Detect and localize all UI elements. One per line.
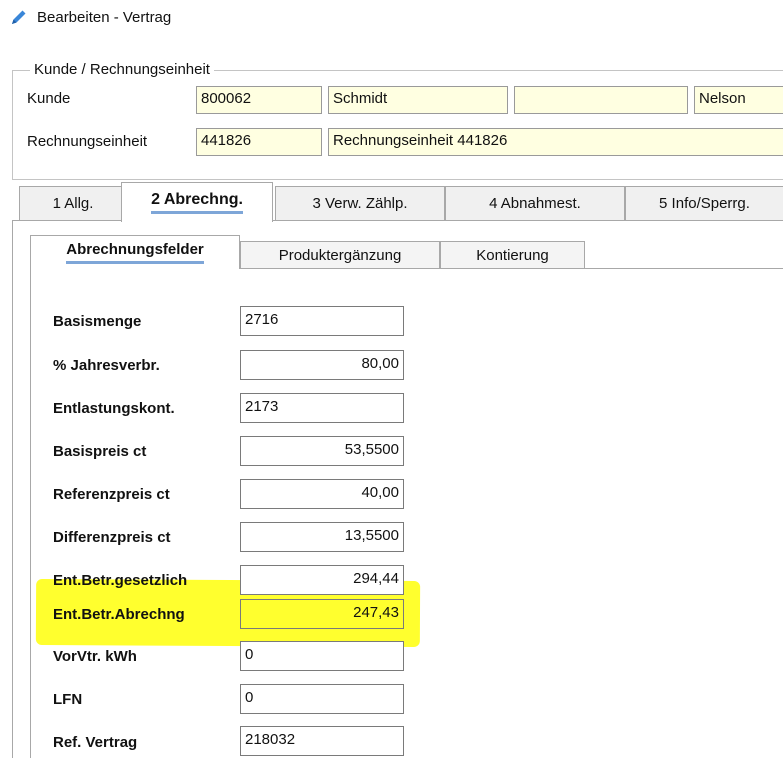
field-label-basispreis: Basispreis ct: [53, 443, 147, 460]
rechnungseinheit-name-field[interactable]: Rechnungseinheit 441826: [328, 128, 783, 156]
subtab-abrechnungsfelder[interactable]: Abrechnungsfelder: [30, 235, 240, 269]
subtab-content-border: [30, 268, 31, 758]
main-tab-bar: 1 Allg. 2 Abrechng. 3 Verw. Zählp. 4 Abn…: [12, 182, 783, 222]
tab-content-border: [12, 220, 13, 758]
field-input-ent-betr-abrechng[interactable]: 247,43: [240, 599, 404, 629]
field-input-ent-betr-gesetzlich[interactable]: 294,44: [240, 565, 404, 595]
field-label-vorvtr-kwh: VorVtr. kWh: [53, 648, 137, 665]
field-input-entlastungskont[interactable]: 2173: [240, 393, 404, 423]
field-input-basismenge[interactable]: 2716: [240, 306, 404, 336]
pencil-icon: [12, 10, 26, 24]
field-input-lfn[interactable]: 0: [240, 684, 404, 714]
field-label-entlastungskont: Entlastungskont.: [53, 400, 175, 417]
kunde-extra-field[interactable]: [514, 86, 688, 114]
field-label-ent-betr-abrechng: Ent.Betr.Abrechng: [53, 606, 185, 623]
subtab-kontierung[interactable]: Kontierung: [440, 241, 585, 269]
field-input-jahresverbr[interactable]: 80,00: [240, 350, 404, 380]
customer-group-title: Kunde / Rechnungseinheit: [30, 61, 214, 78]
field-input-referenzpreis[interactable]: 40,00: [240, 479, 404, 509]
rechnungseinheit-label: Rechnungseinheit: [27, 133, 148, 150]
field-label-basismenge: Basismenge: [53, 313, 142, 330]
field-label-ent-betr-gesetzlich: Ent.Betr.gesetzlich: [53, 572, 188, 589]
field-label-ref-vertrag: Ref. Vertrag: [53, 734, 138, 751]
tab-info-sperrg[interactable]: 5 Info/Sperrg.: [625, 186, 783, 220]
tab-allg[interactable]: 1 Allg.: [19, 186, 127, 220]
kunde-name-field[interactable]: Schmidt: [328, 86, 508, 114]
field-input-differenzpreis[interactable]: 13,5500: [240, 522, 404, 552]
field-label-jahresverbr: % Jahresverbr.: [53, 357, 160, 374]
subtab-produktergaenzung[interactable]: Produktergänzung: [240, 241, 440, 269]
field-input-basispreis[interactable]: 53,5500: [240, 436, 404, 466]
tab-abrechng[interactable]: 2 Abrechng.: [121, 182, 273, 222]
kunde-label: Kunde: [27, 90, 71, 107]
window-title: Bearbeiten - Vertrag: [37, 8, 172, 26]
field-label-lfn: LFN: [53, 691, 83, 708]
kunde-number-field[interactable]: 800062: [196, 86, 322, 114]
title-bar: Bearbeiten - Vertrag: [0, 0, 783, 34]
tab-abnahmest[interactable]: 4 Abnahmest.: [445, 186, 625, 220]
field-label-referenzpreis: Referenzpreis ct: [53, 486, 170, 503]
field-label-differenzpreis: Differenzpreis ct: [53, 529, 171, 546]
field-input-ref-vertrag[interactable]: 218032: [240, 726, 404, 756]
field-input-vorvtr-kwh[interactable]: 0: [240, 641, 404, 671]
kunde-firstname-field[interactable]: Nelson: [694, 86, 783, 114]
rechnungseinheit-number-field[interactable]: 441826: [196, 128, 322, 156]
tab-verw-zaehlp[interactable]: 3 Verw. Zählp.: [275, 186, 445, 220]
